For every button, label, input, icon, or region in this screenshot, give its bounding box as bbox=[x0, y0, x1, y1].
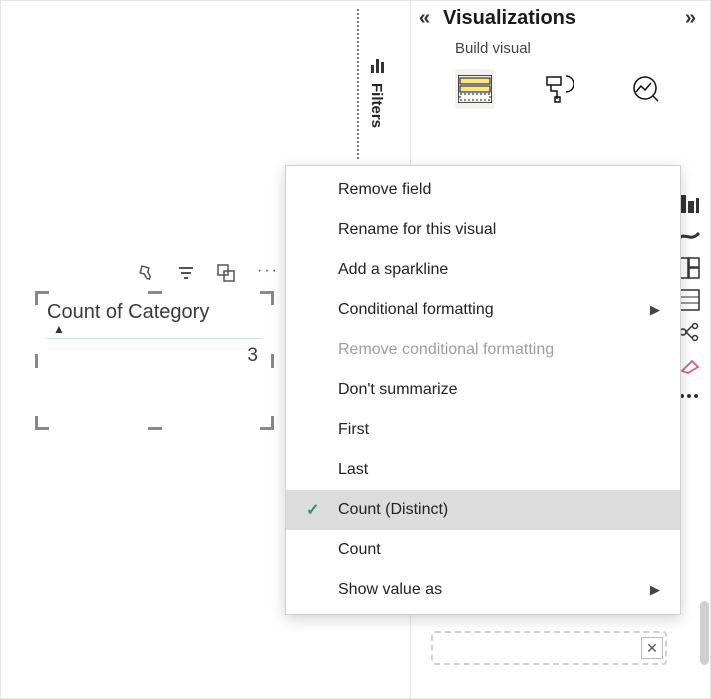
build-visual-icon bbox=[458, 75, 492, 103]
more-icon[interactable] bbox=[678, 385, 700, 407]
collapse-icon[interactable]: « bbox=[419, 7, 443, 30]
menu-label: Remove conditional formatting bbox=[338, 341, 554, 359]
analytics-lens-icon bbox=[627, 74, 659, 104]
treemap-icon[interactable] bbox=[678, 257, 700, 279]
menu-first[interactable]: First bbox=[286, 410, 680, 450]
menu-label: Conditional formatting bbox=[338, 301, 494, 319]
scrollbar-thumb[interactable] bbox=[700, 601, 709, 665]
visual-toolbar: ··· bbox=[137, 264, 279, 282]
menu-dont-summarize[interactable]: Don't summarize bbox=[286, 370, 680, 410]
menu-label: Remove field bbox=[338, 181, 431, 199]
resize-handle[interactable] bbox=[148, 427, 162, 430]
build-tabs bbox=[411, 63, 710, 119]
focus-icon[interactable] bbox=[217, 264, 235, 282]
menu-count[interactable]: Count bbox=[286, 530, 680, 570]
menu-count-distinct[interactable]: Count (Distinct) bbox=[286, 490, 680, 530]
chevron-right-icon: ▶ bbox=[650, 582, 660, 598]
resize-handle[interactable] bbox=[35, 354, 38, 368]
paint-roller-icon bbox=[544, 74, 574, 104]
ribbon-icon[interactable] bbox=[678, 225, 700, 247]
menu-conditional-formatting[interactable]: Conditional formatting ▶ bbox=[286, 290, 680, 330]
pin-icon[interactable] bbox=[137, 264, 155, 282]
column-header[interactable]: Count of Category bbox=[45, 299, 264, 324]
stacked-bar-icon[interactable] bbox=[678, 193, 700, 215]
field-context-menu: Remove field Rename for this visual Add … bbox=[285, 165, 681, 615]
menu-show-value-as[interactable]: Show value as ▶ bbox=[286, 570, 680, 610]
eraser-icon[interactable] bbox=[678, 353, 700, 375]
tab-format[interactable] bbox=[539, 69, 579, 109]
menu-label: First bbox=[338, 421, 369, 439]
menu-add-sparkline[interactable]: Add a sparkline bbox=[286, 250, 680, 290]
table-visual[interactable]: Count of Category ▲ 3 bbox=[37, 293, 272, 428]
table-inner: Count of Category ▲ 3 bbox=[45, 299, 264, 422]
panel-header: « Visualizations » bbox=[411, 1, 710, 36]
menu-last[interactable]: Last bbox=[286, 450, 680, 490]
menu-label: Count bbox=[338, 541, 381, 559]
matrix-icon[interactable] bbox=[678, 289, 700, 311]
filters-label[interactable]: Filters bbox=[368, 83, 386, 128]
bar-chart-icon bbox=[371, 57, 387, 75]
filter-icon[interactable] bbox=[177, 264, 195, 282]
cell-value: 3 bbox=[45, 339, 264, 367]
menu-label: Don't summarize bbox=[338, 381, 458, 399]
menu-label: Count (Distinct) bbox=[338, 501, 448, 519]
more-options[interactable]: ··· bbox=[257, 264, 279, 282]
close-button[interactable]: ✕ bbox=[641, 637, 663, 659]
expand-icon[interactable]: » bbox=[672, 7, 696, 30]
sort-asc-icon[interactable]: ▲ bbox=[45, 324, 264, 334]
tab-build-visual[interactable] bbox=[455, 69, 495, 109]
panel-title: Visualizations bbox=[443, 7, 672, 30]
menu-label: Add a sparkline bbox=[338, 261, 448, 279]
resize-handle[interactable] bbox=[148, 291, 162, 294]
chevron-right-icon: ▶ bbox=[650, 302, 660, 318]
menu-remove-conditional-formatting: Remove conditional formatting bbox=[286, 330, 680, 370]
menu-label: Last bbox=[338, 461, 368, 479]
build-visual-label: Build visual bbox=[411, 36, 710, 63]
field-drop-well[interactable] bbox=[431, 631, 667, 665]
resize-handle[interactable] bbox=[271, 354, 274, 368]
menu-label: Show value as bbox=[338, 581, 442, 599]
tab-analytics[interactable] bbox=[623, 69, 663, 109]
menu-label: Rename for this visual bbox=[338, 221, 496, 239]
close-icon: ✕ bbox=[646, 640, 658, 657]
menu-remove-field[interactable]: Remove field bbox=[286, 170, 680, 210]
menu-rename[interactable]: Rename for this visual bbox=[286, 210, 680, 250]
decomposition-icon[interactable] bbox=[678, 321, 700, 343]
